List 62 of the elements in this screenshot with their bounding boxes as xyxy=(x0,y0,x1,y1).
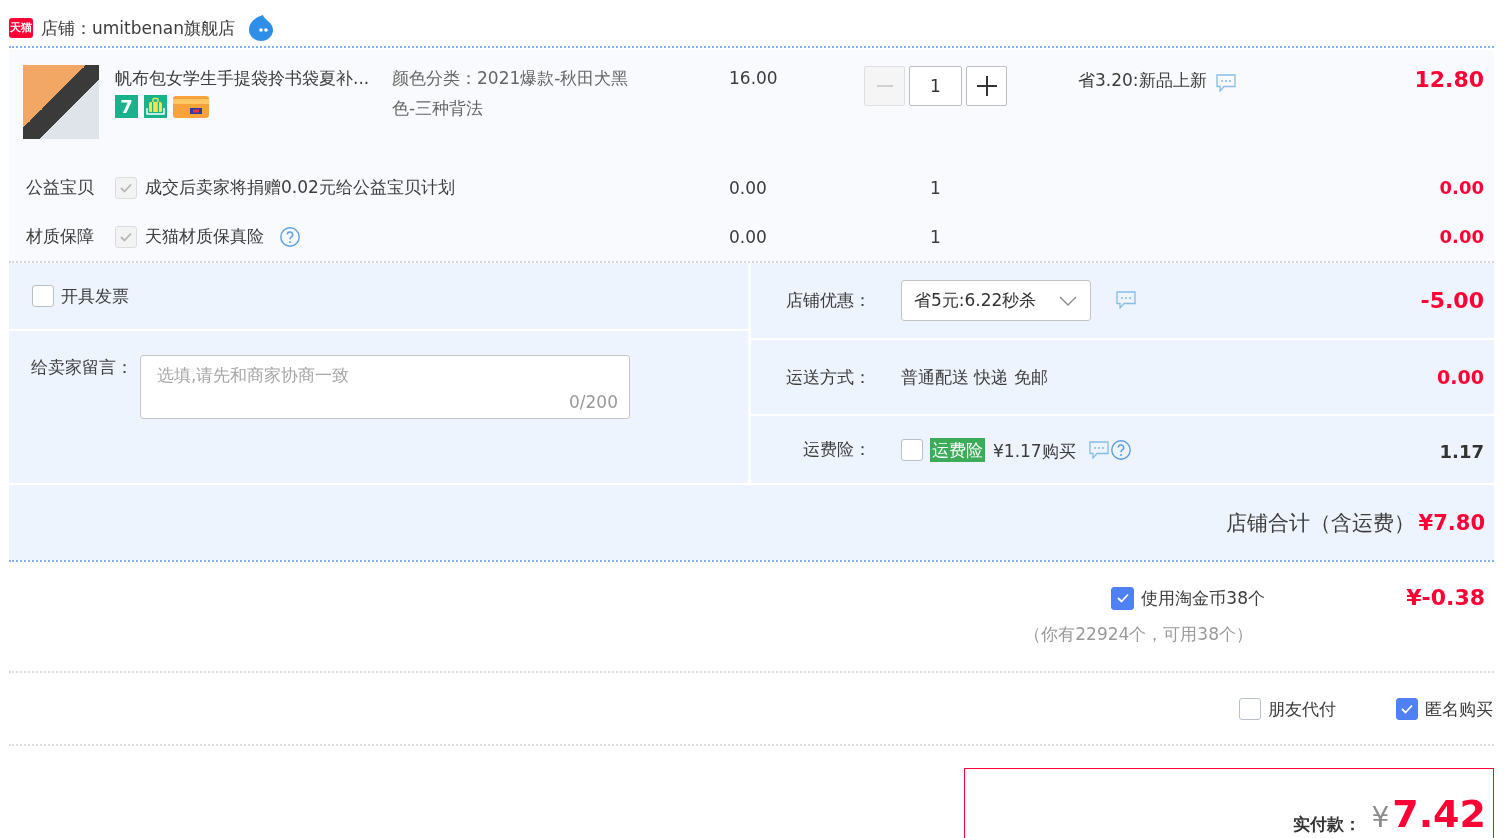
chat-bubble-icon[interactable] xyxy=(248,15,273,41)
service-quantity: 1 xyxy=(929,226,942,247)
shop-total-label: 店铺合计（含运费） xyxy=(1225,509,1415,537)
insurance-amount: 1.17 xyxy=(1439,441,1484,462)
shop-name[interactable]: 店铺：umitbenan旗舰店 xyxy=(41,16,235,40)
invoice-label: 开具发票 xyxy=(61,285,129,308)
check-icon xyxy=(120,182,132,193)
service-price: 0.00 xyxy=(729,177,767,198)
shipping-method: 普通配送 快递 免邮 xyxy=(901,365,1048,389)
service-total: 0.00 xyxy=(1439,226,1484,247)
insurance-price: ¥1.17购买 xyxy=(993,440,1076,463)
service-text: 天猫材质保真险 xyxy=(145,225,264,248)
shipping-label: 运送方式： xyxy=(785,365,871,389)
checkbox[interactable] xyxy=(32,285,54,307)
comment-icon[interactable] xyxy=(1116,290,1136,309)
check-icon xyxy=(1116,593,1129,603)
shop-total-amount: ¥7.80 xyxy=(1418,510,1485,535)
message-label: 给卖家留言： xyxy=(31,356,133,379)
shipping-amount: 0.00 xyxy=(1437,366,1484,388)
suitcase-icon xyxy=(144,95,167,118)
coins-note: （你有22924个，可用38个） xyxy=(1024,623,1253,646)
coins-amount: ¥-0.38 xyxy=(1406,585,1485,610)
sku-text: 颜色分类：2021爆款-秋田犬黑色-三种背法 xyxy=(392,67,630,120)
currency-symbol: ¥ xyxy=(1371,800,1390,836)
checkbox[interactable] xyxy=(1111,586,1135,610)
increase-button[interactable] xyxy=(966,66,1007,106)
insurance-label: 运费险： xyxy=(802,438,871,461)
comment-icon[interactable] xyxy=(1215,74,1236,92)
check-icon xyxy=(1401,703,1413,714)
insurance-tag: 运费险 xyxy=(930,437,985,462)
item-total: 12.80 xyxy=(1414,67,1484,92)
service-quantity: 1 xyxy=(929,177,942,198)
minus-icon xyxy=(876,85,893,87)
coupon-dropdown[interactable]: 省5元:6.22秒杀 xyxy=(901,280,1091,321)
unit-price: 16.00 xyxy=(729,68,778,88)
number-badge: 7 xyxy=(115,95,138,118)
promo-text: 省3.20:新品上新 xyxy=(1078,69,1207,92)
option-label: 匿名购买 xyxy=(1425,697,1493,721)
comment-icon[interactable] xyxy=(1088,440,1109,459)
option-label: 朋友代付 xyxy=(1268,697,1336,721)
payment-amount: 7.42 xyxy=(1392,792,1486,836)
service-label: 材质保障 xyxy=(26,226,94,246)
coupon-amount: -5.00 xyxy=(1420,288,1484,313)
payment-label: 实付款： xyxy=(1293,813,1362,836)
coins-label: 使用淘金币38个 xyxy=(1141,587,1265,610)
service-label: 公益宝贝 xyxy=(26,177,94,197)
plus-icon xyxy=(976,76,997,96)
help-icon[interactable] xyxy=(1110,439,1131,460)
char-counter: 0/200 xyxy=(569,391,618,414)
service-total: 0.00 xyxy=(1439,177,1484,198)
store-badge: 天猫 xyxy=(9,18,33,38)
checkbox[interactable] xyxy=(1396,697,1418,720)
quantity-input[interactable]: 1 xyxy=(909,66,962,106)
service-text: 成交后卖家将捐赠0.02元给公益宝贝计划 xyxy=(145,176,455,199)
checkbox[interactable] xyxy=(1239,697,1261,720)
checkbox[interactable] xyxy=(901,438,923,461)
card-icon xyxy=(173,95,209,118)
product-title[interactable]: 帆布包女学生手提袋拎书袋夏补... xyxy=(115,66,392,90)
chevron-down-icon xyxy=(1059,295,1077,306)
coupon-label: 店铺优惠： xyxy=(785,289,871,312)
service-price: 0.00 xyxy=(729,226,767,247)
check-icon xyxy=(120,231,132,242)
